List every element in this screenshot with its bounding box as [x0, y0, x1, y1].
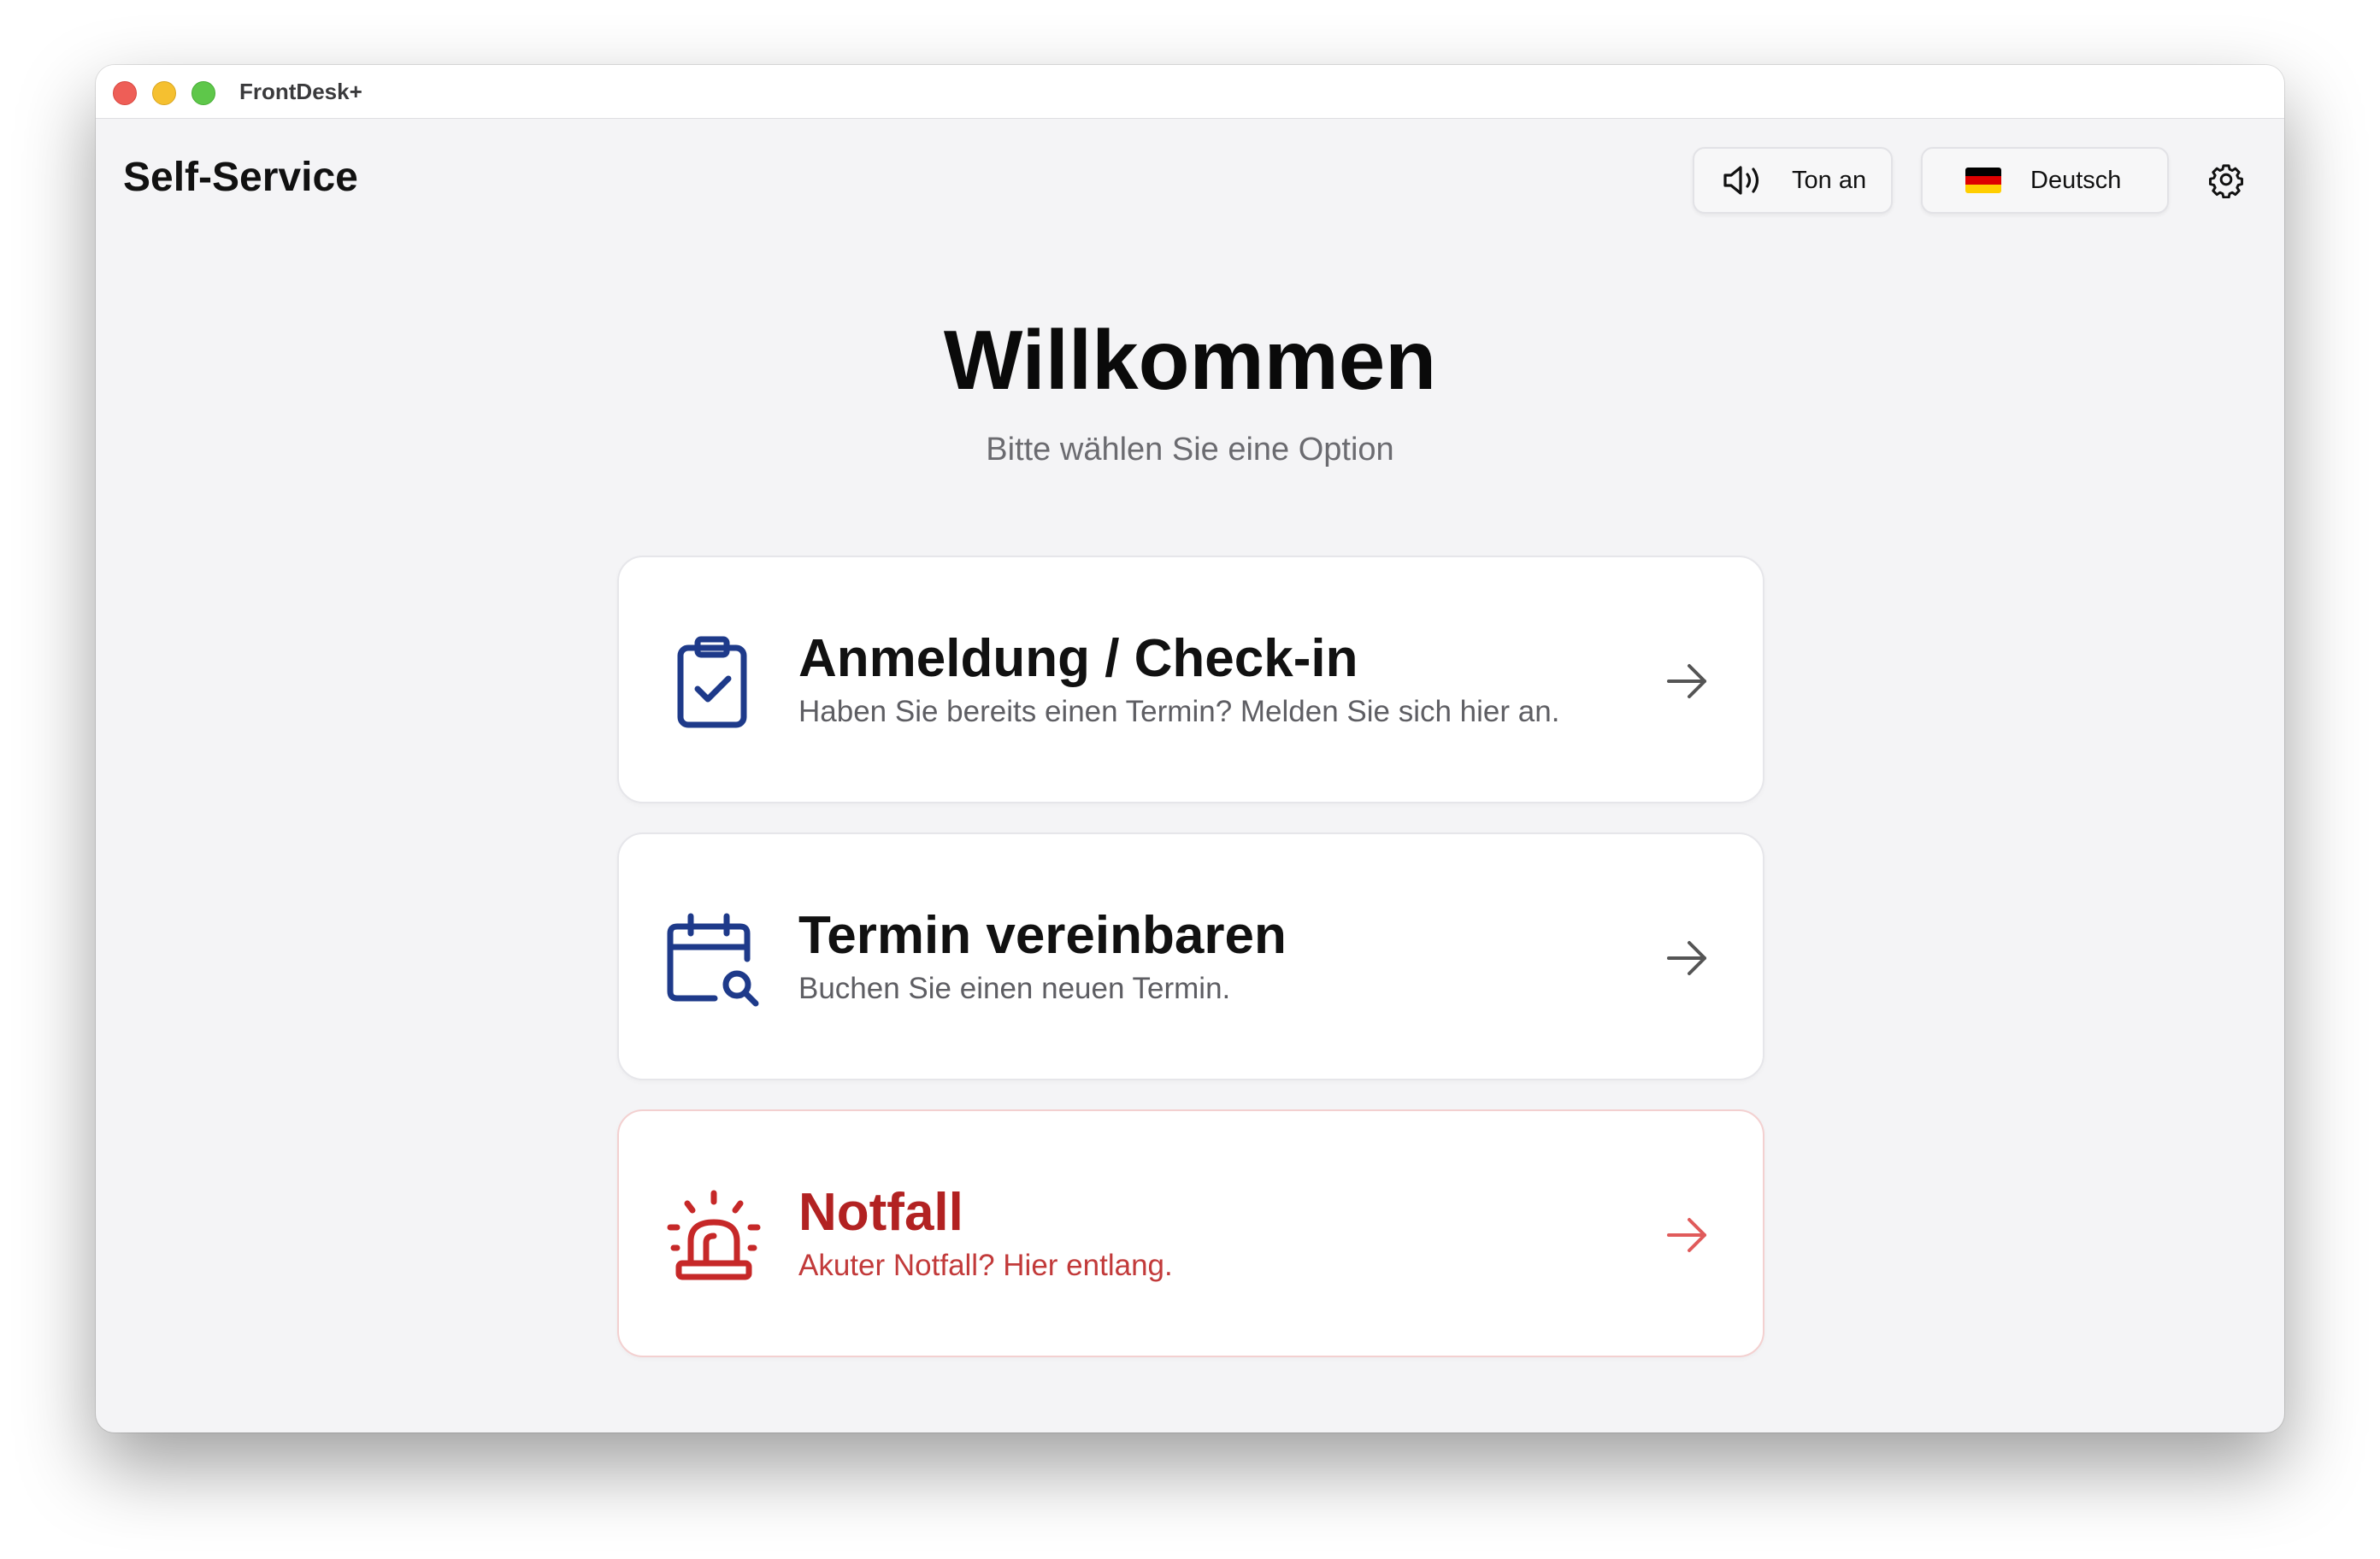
welcome-subheading: Bitte wählen Sie eine Option	[986, 432, 1394, 468]
option-title: Notfall	[798, 1183, 963, 1242]
arrow-right-icon	[1667, 1218, 1706, 1252]
speaker-icon	[1723, 166, 1759, 195]
emergency-option-card[interactable]: Notfall Akuter Notfall? Hier entlang.	[617, 1109, 1764, 1357]
option-description: Akuter Notfall? Hier entlang.	[798, 1249, 1173, 1282]
arrow-right-icon	[1667, 664, 1706, 698]
emergency-siren-icon	[667, 1190, 761, 1280]
book-appointment-option-card[interactable]: Termin vereinbaren Buchen Sie einen neue…	[617, 832, 1764, 1080]
language-select-button[interactable]: Deutsch	[1921, 147, 2169, 214]
maximize-window-button[interactable]	[191, 81, 215, 105]
option-title: Anmeldung / Check-in	[798, 629, 1358, 688]
sound-toggle-button[interactable]: Ton an	[1693, 147, 1893, 214]
language-label: Deutsch	[2030, 166, 2122, 194]
app-window: FrontDesk+ Self-Service Ton an Deutsch W…	[96, 65, 2284, 1433]
sound-toggle-label: Ton an	[1792, 166, 1867, 194]
close-window-button[interactable]	[113, 81, 137, 105]
checkin-option-card[interactable]: Anmeldung / Check-in Haben Sie bereits e…	[617, 556, 1764, 803]
option-description: Buchen Sie einen neuen Termin.	[798, 972, 1231, 1005]
title-bar: FrontDesk+	[96, 65, 2284, 119]
option-title: Termin vereinbaren	[798, 906, 1287, 965]
option-description: Haben Sie bereits einen Termin? Melden S…	[798, 695, 1560, 728]
calendar-search-icon	[667, 913, 759, 1007]
page-header-title: Self-Service	[123, 155, 358, 200]
welcome-heading: Willkommen	[943, 313, 1437, 407]
gear-icon[interactable]	[2207, 161, 2245, 198]
window-title: FrontDesk+	[239, 79, 362, 104]
german-flag-icon	[1965, 168, 2001, 193]
clipboard-check-icon	[677, 636, 747, 728]
minimize-window-button[interactable]	[152, 81, 176, 105]
arrow-right-icon	[1667, 941, 1706, 975]
